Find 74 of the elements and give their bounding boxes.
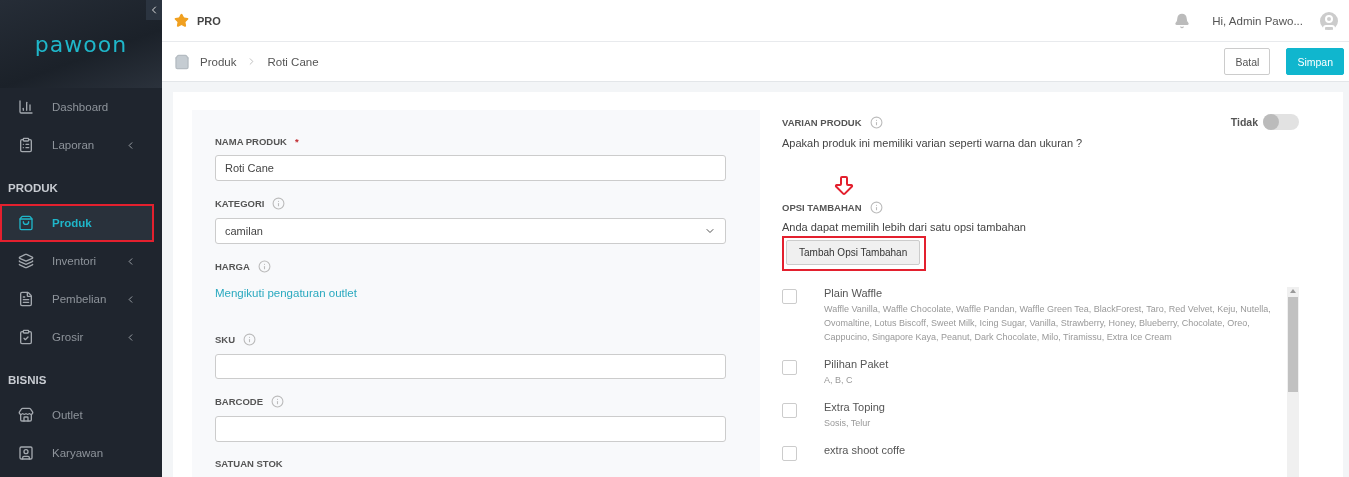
menu-icon xyxy=(18,329,34,345)
input-field[interactable]: Roti Cane xyxy=(215,155,726,181)
option-name: Pilihan Paket xyxy=(824,358,889,370)
option-name: extra shoot coffe xyxy=(824,444,906,456)
menu-label: Dashboard xyxy=(52,101,110,113)
sidebar-item[interactable]: Laporan xyxy=(0,126,154,164)
menu-label: Laporan xyxy=(52,139,96,151)
sidebar-item[interactable]: Grosir xyxy=(0,318,154,356)
collapse-button[interactable] xyxy=(146,0,162,20)
star-icon xyxy=(174,13,189,28)
scroll-up-icon[interactable] xyxy=(1289,287,1297,295)
menu-icon xyxy=(18,253,34,269)
info-icon[interactable] xyxy=(243,332,257,346)
menu-icon xyxy=(18,291,34,307)
info-icon[interactable] xyxy=(271,395,285,409)
menu-label: Produk xyxy=(52,217,93,229)
breadcrumb-item[interactable]: Produk xyxy=(200,55,237,68)
sidebar-item[interactable]: Produk xyxy=(0,204,154,242)
logo: pawoon xyxy=(34,31,128,57)
scrollbar[interactable] xyxy=(1287,287,1299,477)
field-label: NAMA PRODUK xyxy=(215,136,287,147)
field-label: SKU xyxy=(215,333,236,345)
price-link[interactable]: Mengikuti pengaturan outlet xyxy=(215,286,726,299)
menu-label: Inventori xyxy=(52,255,98,267)
sidebar-item[interactable]: Pembelian xyxy=(0,280,154,318)
menu-icon xyxy=(18,407,34,423)
plan-label: PRO xyxy=(197,14,222,27)
menu-icon xyxy=(18,99,34,115)
notification-icon[interactable] xyxy=(1174,12,1191,29)
variant-description: Apakah produk ini memiliki varian seperti warna dan ukuran ? xyxy=(782,137,1084,149)
breadcrumb-item[interactable]: Roti Cane xyxy=(267,55,319,68)
menu-icon xyxy=(18,445,34,461)
checkbox[interactable] xyxy=(782,289,797,304)
menu-icon xyxy=(18,137,34,153)
toggle-label: Tidak xyxy=(1230,116,1258,128)
required-mark: * xyxy=(294,136,299,147)
sidebar-item[interactable]: Inventori xyxy=(0,242,154,280)
menu-label: Pembelian xyxy=(52,293,107,305)
variant-toggle[interactable] xyxy=(1263,114,1299,130)
checkbox[interactable] xyxy=(782,446,797,461)
section-title: VARIAN PRODUK xyxy=(782,116,862,128)
sidebar-item[interactable]: Outlet xyxy=(0,396,154,434)
arrow-icon xyxy=(832,173,856,197)
field-label: BARCODE xyxy=(215,396,264,408)
option-items: Sosis, Telur xyxy=(824,417,872,430)
menu-label: Karyawan xyxy=(52,447,105,459)
addons-description: Anda dapat memilih lebih dari satu opsi tambahan xyxy=(782,221,1027,233)
select-field[interactable]: camilan xyxy=(215,217,726,244)
cancel-button[interactable]: Batal xyxy=(1224,48,1271,75)
option-name: Extra Toping xyxy=(824,401,885,413)
user-name[interactable]: Hi, Admin Pawo... xyxy=(1212,14,1303,27)
checkbox[interactable] xyxy=(782,360,797,375)
field-label: KATEGORI xyxy=(215,197,265,209)
info-icon[interactable] xyxy=(869,201,883,214)
checkbox[interactable] xyxy=(782,403,797,418)
section-title: PRODUK xyxy=(7,181,59,196)
input-field[interactable] xyxy=(215,416,726,442)
menu-icon xyxy=(18,215,34,231)
option-name: Plain Waffle xyxy=(824,287,884,299)
option-items: A, B, C xyxy=(824,374,854,387)
input-field[interactable] xyxy=(215,353,726,380)
field-label: SATUAN STOK xyxy=(215,458,283,469)
option-items: Waffle Vanilla, Waffle Chocolate, Waffle Pandan, Waffle Green Tea, BlackForest, Taro, Red Velvet, Keju, Nutella, Ovomaltine, Lotus Biscoff, Sweet Milk, Icing Sugar, Vanilla, Strawberry, Honey, Blueberry, Chocolate, Oreo, Cappucino, Singapore Kaya, Peanut, Dark Chocolate, Milo, Tiramissu, Extra Ice Cream xyxy=(824,303,1272,344)
field-label: HARGA xyxy=(215,260,250,272)
section-title: OPSI TAMBAHAN xyxy=(782,202,862,213)
sidebar-item[interactable]: Karyawan xyxy=(0,434,154,472)
sidebar-item[interactable]: Dashboard xyxy=(0,88,154,126)
add-option-button[interactable]: Tambah Opsi Tambahan xyxy=(786,240,921,265)
menu-label: Grosir xyxy=(52,331,85,343)
info-icon[interactable] xyxy=(272,196,286,210)
info-icon[interactable] xyxy=(257,259,271,273)
section-title: BISNIS xyxy=(7,373,48,388)
info-icon[interactable] xyxy=(869,115,883,129)
menu-label: Outlet xyxy=(52,409,84,421)
